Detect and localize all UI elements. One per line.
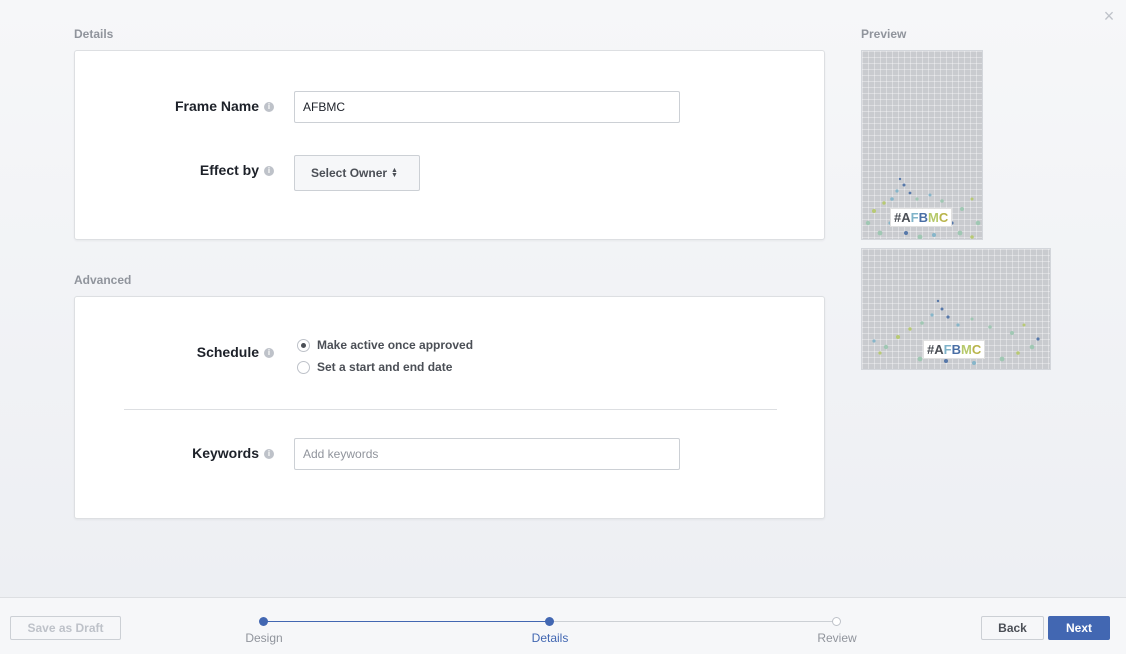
frame-name-input[interactable] [294,91,680,123]
back-button[interactable]: Back [981,616,1044,640]
radio-unselected-icon[interactable] [297,360,310,374]
radio-selected-icon[interactable] [297,338,310,352]
preview-portrait: #AFBMC [861,50,983,240]
keywords-input[interactable] [294,438,680,470]
select-owner-button[interactable]: Select Owner ▲ ▼ [294,155,420,191]
advanced-heading: Advanced [74,273,132,287]
frame-name-label: Frame Name [174,98,259,114]
preview-hashtag: #AFBMC [890,208,953,227]
details-card: Frame Name i Effect by i Select Owner ▲▼ [74,50,825,240]
step-label-review[interactable]: Review [797,631,877,645]
schedule-info-icon[interactable]: i [264,348,274,358]
section-divider [124,409,777,410]
step-dot-details[interactable] [545,617,554,626]
select-owner-label: Select Owner [311,166,388,180]
step-label-details[interactable]: Details [510,631,590,645]
preview-heading: Preview [861,27,907,41]
preview-landscape: #AFBMC [861,248,1051,370]
schedule-option-label: Make active once approved [317,338,474,352]
keywords-info-icon[interactable]: i [264,449,274,459]
updown-arrows-icon: ▲ ▼ [391,167,398,179]
effect-by-label: Effect by [199,162,259,178]
step-dot-design[interactable] [259,617,268,626]
next-button[interactable]: Next [1048,616,1110,640]
progress-line-pending [550,621,837,622]
step-dot-review[interactable] [832,617,841,626]
schedule-option-approved[interactable]: Make active once approved [297,338,473,352]
schedule-option-date-range[interactable]: Set a start and end date [297,360,452,374]
preview-hashtag: #AFBMC [923,340,986,359]
advanced-card: Schedule i Make active once approved Set… [74,296,825,519]
footer-bar: Save as Draft Design Details Review Back… [0,597,1126,654]
details-heading: Details [74,27,114,41]
keywords-label: Keywords [192,445,259,461]
schedule-option-label: Set a start and end date [317,360,453,374]
step-label-design[interactable]: Design [224,631,304,645]
progress-line-complete [264,621,550,622]
close-icon[interactable]: × [1100,6,1118,26]
save-draft-button[interactable]: Save as Draft [10,616,121,640]
schedule-label: Schedule [196,344,259,360]
frame-name-info-icon[interactable]: i [264,102,274,112]
effect-by-info-icon[interactable]: i [264,166,274,176]
